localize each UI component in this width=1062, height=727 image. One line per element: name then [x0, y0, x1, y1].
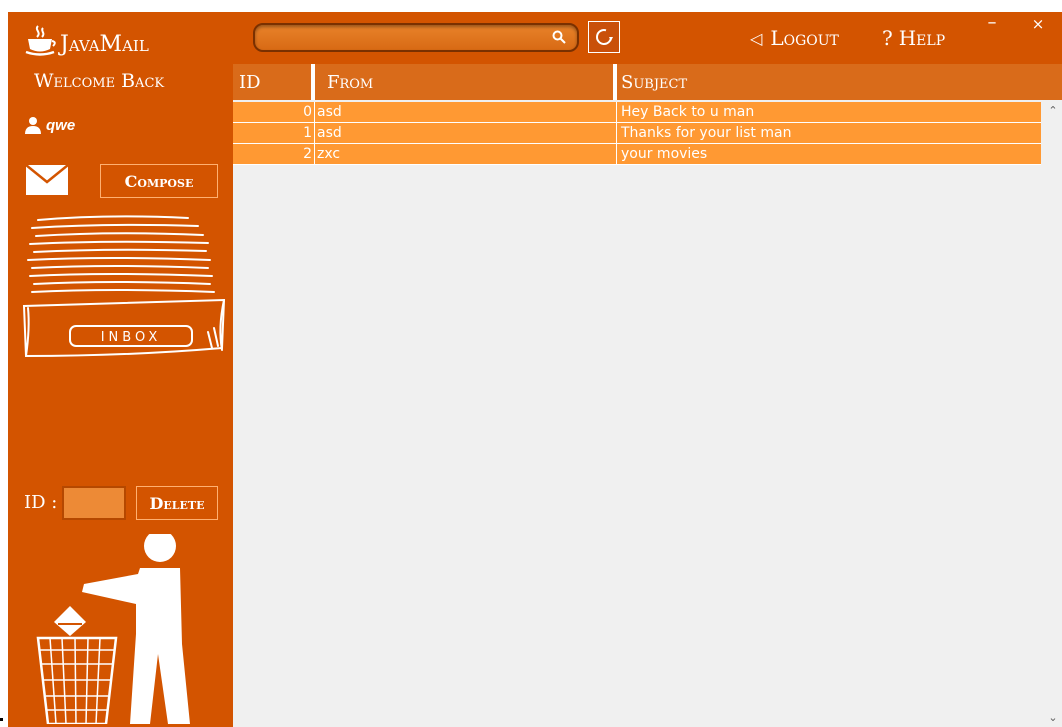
scroll-down-icon[interactable]: ⌄ — [1044, 709, 1062, 727]
inbox-art-label: INBOX — [101, 330, 162, 345]
table-row[interactable]: 1 asd Thanks for your list man — [233, 123, 1041, 144]
inbox-table: ID From Subject 0 asd Hey Back to u man … — [233, 64, 1062, 727]
user-icon — [25, 117, 41, 134]
corner-dot — [0, 718, 3, 721]
cell-from: zxc — [315, 144, 617, 164]
cell-subject: Hey Back to u man — [621, 104, 755, 120]
logout-link[interactable]: ◁ Logout — [750, 26, 839, 50]
sidebar: Welcome Back qwe Compose INBOX ID: Dele… — [8, 64, 233, 727]
app-logo: JavaMail — [24, 18, 149, 58]
help-link[interactable]: ? Help — [882, 26, 945, 50]
cell-from: asd — [315, 102, 617, 122]
inbox-tray-icon: INBOX — [22, 215, 226, 358]
trash-person-icon — [36, 534, 190, 724]
column-header-from[interactable]: From — [315, 64, 617, 100]
vertical-scrollbar[interactable]: ⌃ ⌄ — [1044, 102, 1062, 727]
search-input[interactable] — [263, 28, 543, 48]
mail-icon — [26, 165, 68, 195]
user-info: qwe — [24, 116, 75, 134]
cell-id: 1 — [233, 123, 315, 143]
table-row[interactable]: 2 zxc your movies — [233, 144, 1041, 165]
cell-id: 2 — [233, 144, 315, 164]
corner-mark — [2, 0, 22, 6]
scroll-up-icon[interactable]: ⌃ — [1044, 102, 1062, 120]
table-header: ID From Subject — [233, 64, 1062, 100]
close-button[interactable]: × — [1028, 15, 1048, 33]
back-arrow-icon: ◁ — [750, 28, 763, 48]
delete-button[interactable]: Delete — [136, 486, 218, 520]
welcome-text: Welcome Back — [34, 70, 165, 92]
refresh-icon — [596, 29, 613, 45]
minimize-button[interactable]: – — [982, 12, 1002, 33]
table-body: 0 asd Hey Back to u man 1 asd Thanks for… — [233, 102, 1041, 165]
column-header-subject[interactable]: Subject — [617, 64, 1062, 100]
column-header-id[interactable]: ID — [233, 64, 315, 100]
id-input[interactable] — [62, 486, 126, 520]
refresh-button[interactable] — [588, 21, 620, 53]
java-cup-icon — [25, 25, 56, 56]
title-bar: JavaMail ◁ Logout ? Help – × — [8, 12, 1062, 64]
app-title: JavaMail — [60, 32, 149, 57]
cell-from: asd — [315, 123, 617, 143]
username: qwe — [46, 116, 76, 134]
search-box[interactable] — [253, 23, 579, 52]
help-icon: ? — [882, 26, 893, 50]
table-row[interactable]: 0 asd Hey Back to u man — [233, 102, 1041, 123]
cell-id: 0 — [233, 102, 315, 122]
help-label: Help — [898, 26, 946, 50]
compose-button[interactable]: Compose — [100, 164, 218, 198]
cell-subject: Thanks for your list man — [621, 125, 792, 141]
cell-subject: your movies — [621, 146, 708, 162]
app-window: JavaMail ◁ Logout ? Help – × Welcome Bac… — [8, 12, 1062, 727]
search-icon[interactable] — [551, 29, 567, 45]
logout-label: Logout — [770, 26, 839, 50]
id-label: ID : — [24, 492, 58, 513]
